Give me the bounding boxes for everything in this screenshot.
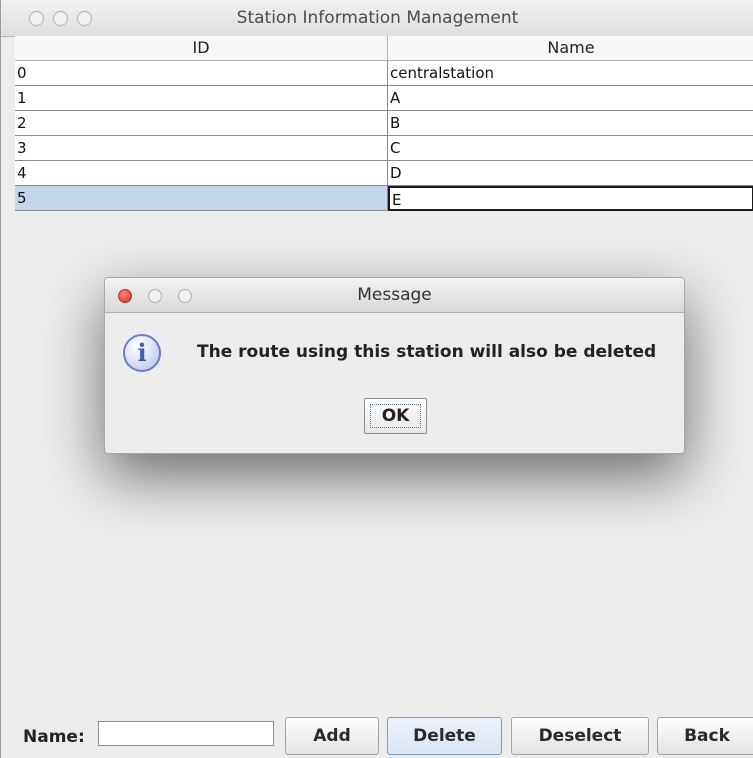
dialog-message: The route using this station will also b… (197, 342, 657, 362)
table-row[interactable]: 1 A (15, 86, 753, 111)
bottom-toolbar: Name: Add Delete Deselect Back (15, 707, 753, 758)
column-header-id[interactable]: ID (15, 36, 388, 60)
table-row-selected[interactable]: 5 E (15, 186, 753, 211)
name-label: Name: (23, 727, 85, 747)
dialog-title: Message (357, 285, 432, 305)
message-dialog: Message i The route using this station w… (104, 277, 685, 454)
column-header-name[interactable]: Name (388, 36, 753, 60)
cell-id[interactable]: 1 (15, 86, 388, 111)
add-button[interactable]: Add (285, 717, 379, 755)
table-row[interactable]: 4 D (15, 161, 753, 186)
cell-id[interactable]: 2 (15, 111, 388, 136)
cell-id[interactable]: 0 (15, 61, 388, 86)
window-titlebar[interactable]: Station Information Management (1, 0, 753, 37)
deselect-button[interactable]: Deselect (511, 717, 649, 755)
dialog-titlebar[interactable]: Message (105, 278, 684, 313)
table-row[interactable]: 2 B (15, 111, 753, 136)
cell-name[interactable]: D (388, 161, 753, 186)
cell-name[interactable]: B (388, 111, 753, 136)
ok-button[interactable]: OK (364, 398, 427, 434)
cell-id[interactable]: 4 (15, 161, 388, 186)
cell-name[interactable]: C (388, 136, 753, 161)
table-row[interactable]: 0 centralstation (15, 61, 753, 86)
focus-ring (370, 404, 421, 428)
name-input[interactable] (98, 721, 274, 746)
cell-name[interactable]: A (388, 86, 753, 111)
back-button[interactable]: Back (657, 717, 753, 755)
table-header: ID Name (15, 36, 753, 61)
cell-id[interactable]: 3 (15, 136, 388, 161)
window-title: Station Information Management (236, 8, 519, 28)
info-icon: i (123, 334, 161, 372)
station-table[interactable]: ID Name 0 centralstation 1 A 2 B 3 C 4 D… (15, 36, 753, 211)
cell-name[interactable]: centralstation (388, 61, 753, 86)
cell-id[interactable]: 5 (15, 186, 388, 211)
cell-name-editing[interactable]: E (388, 186, 753, 211)
delete-button[interactable]: Delete (387, 717, 502, 755)
table-row[interactable]: 3 C (15, 136, 753, 161)
